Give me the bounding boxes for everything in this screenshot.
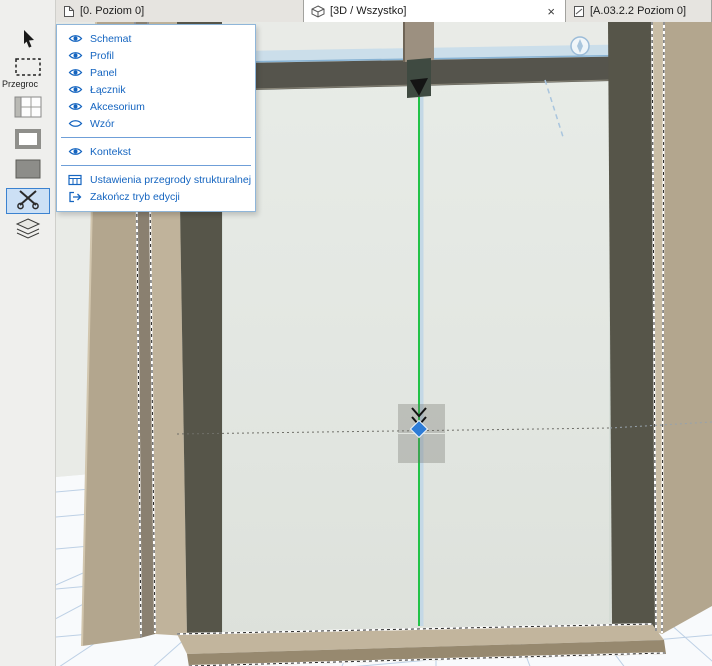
- menu-item-label: Kontekst: [90, 146, 131, 158]
- exit-edit-icon: [67, 191, 83, 203]
- eye-open-icon: [67, 101, 83, 112]
- tab-3d-view[interactable]: [3D / Wszystko] ×: [304, 0, 566, 22]
- menu-item-label: Panel: [90, 67, 117, 79]
- orbit-compass-icon[interactable]: [571, 37, 589, 55]
- menu-item-label: Ustawienia przegrody strukturalnej: [90, 174, 251, 186]
- menu-item-label: Wzór: [90, 118, 115, 130]
- profile-tool[interactable]: [6, 128, 50, 154]
- section-tab-icon: [573, 5, 585, 18]
- scheme-grid-icon: [14, 96, 42, 123]
- menu-item-ustawienia-przegrody[interactable]: Ustawienia przegrody strukturalnej: [57, 171, 255, 188]
- menu-separator: [61, 165, 251, 166]
- menu-item-lacznik[interactable]: Łącznik: [57, 81, 255, 98]
- edit-mode-menu: Schemat Profil Panel Łącznik Akcesorium …: [56, 24, 256, 212]
- toolbox-group-label: Przegroc: [2, 79, 56, 89]
- panel-tool[interactable]: [6, 158, 50, 184]
- menu-item-profil[interactable]: Profil: [57, 47, 255, 64]
- mullion-green-line[interactable]: [419, 94, 422, 626]
- menu-item-kontekst[interactable]: Kontekst: [57, 143, 255, 160]
- mullion-top-connector: [404, 22, 434, 98]
- close-icon[interactable]: ×: [544, 5, 558, 18]
- tab-label: [A.03.2.2 Poziom 0]: [590, 5, 686, 17]
- eye-open-icon: [67, 33, 83, 44]
- right-column: [608, 22, 712, 634]
- eye-open-icon: [67, 50, 83, 61]
- tab-bar: [0. Poziom 0] [3D / Wszystko] × [A.03.2.…: [56, 0, 712, 22]
- menu-item-wzor[interactable]: Wzór: [57, 115, 255, 132]
- marquee-icon: [15, 58, 41, 81]
- junction-scissors-icon: [16, 188, 40, 215]
- eye-outline-icon: [67, 118, 83, 129]
- menu-item-label: Schemat: [90, 33, 131, 45]
- menu-item-label: Akcesorium: [90, 101, 145, 113]
- eye-open-icon: [67, 146, 83, 157]
- floor-plan-tab-icon: [63, 5, 75, 18]
- eye-open-icon: [67, 67, 83, 78]
- settings-grid-icon: [67, 174, 83, 186]
- scheme-tool[interactable]: [6, 96, 50, 122]
- junction-tool[interactable]: [6, 188, 50, 214]
- menu-item-akcesorium[interactable]: Akcesorium: [57, 98, 255, 115]
- select-arrow-tool[interactable]: [6, 28, 50, 54]
- accessory-tool[interactable]: [6, 218, 50, 244]
- menu-item-label: Łącznik: [90, 84, 126, 96]
- menu-item-label: Profil: [90, 50, 114, 62]
- menu-item-label: Zakończ tryb edycji: [90, 191, 180, 203]
- layers-icon: [15, 218, 41, 245]
- tab-label: [0. Poziom 0]: [80, 5, 144, 17]
- menu-item-zakoncz-tryb-edycji[interactable]: Zakończ tryb edycji: [57, 188, 255, 205]
- menu-item-schemat[interactable]: Schemat: [57, 30, 255, 47]
- menu-item-panel[interactable]: Panel: [57, 64, 255, 81]
- tab-section[interactable]: [A.03.2.2 Poziom 0]: [566, 0, 712, 22]
- arrow-cursor-icon: [17, 28, 39, 55]
- panel-icon: [14, 158, 42, 185]
- menu-separator: [61, 137, 251, 138]
- profile-frame-icon: [14, 128, 42, 155]
- cube-3d-icon: [311, 5, 325, 18]
- tab-floor-plan[interactable]: [0. Poziom 0]: [56, 0, 304, 22]
- tool-sidebar: Przegroc: [0, 0, 56, 666]
- tab-label: [3D / Wszystko]: [330, 5, 406, 17]
- eye-open-icon: [67, 84, 83, 95]
